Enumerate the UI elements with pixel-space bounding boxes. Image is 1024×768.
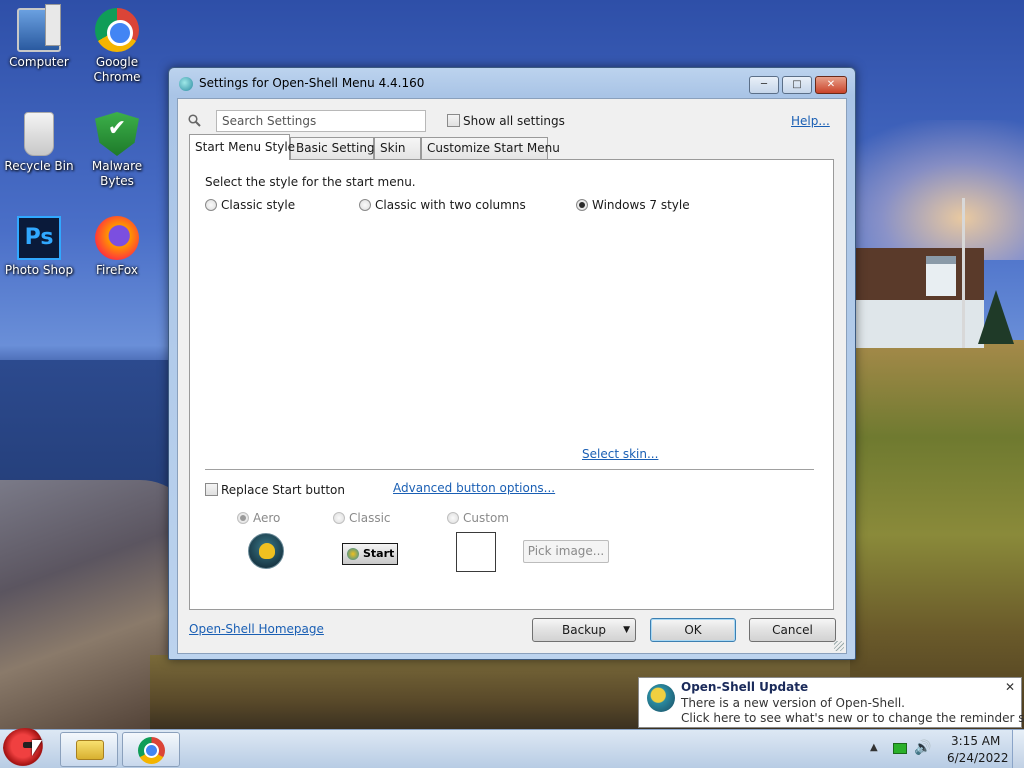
aero-button-label: Aero xyxy=(253,511,281,525)
pick-image-button[interactable]: Pick image... xyxy=(523,540,609,563)
backup-button[interactable]: Backup ▼ xyxy=(532,618,636,642)
clock-date[interactable]: 6/24/2022 xyxy=(947,751,1009,765)
resize-grip-icon[interactable] xyxy=(834,641,844,651)
open-shell-icon xyxy=(179,77,193,91)
tab-basic-settings[interactable]: Basic Settings xyxy=(290,137,381,159)
aero-start-orb-preview-icon xyxy=(248,533,284,569)
classic-button-label: Classic xyxy=(349,511,391,525)
chrome-icon xyxy=(138,737,165,764)
search-settings-input[interactable] xyxy=(216,110,426,132)
notification-line-1: There is a new version of Open-Shell. xyxy=(681,696,905,710)
wallpaper-grass xyxy=(840,340,1024,730)
tab-start-menu-style[interactable]: Start Menu Style xyxy=(189,134,295,160)
show-all-settings-checkbox[interactable] xyxy=(447,114,460,127)
window-client-area: Show all settings Help... Start Menu Sty… xyxy=(177,98,847,654)
aero-button-radio[interactable] xyxy=(237,512,249,524)
taskbar: ▲ 🔊 3:15 AM 6/24/2022 xyxy=(0,728,1024,768)
clock-time[interactable]: 3:15 AM xyxy=(951,734,1000,748)
volume-icon[interactable]: 🔊 xyxy=(914,740,931,756)
ok-button[interactable]: OK xyxy=(650,618,736,642)
network-icon[interactable] xyxy=(893,743,907,754)
settings-window: Settings for Open-Shell Menu 4.4.160 ─ □… xyxy=(168,67,856,660)
classic-style-radio[interactable] xyxy=(205,199,217,211)
panel-divider xyxy=(205,469,814,470)
desktop-icon-label: Malware Bytes xyxy=(91,159,143,188)
open-shell-homepage-link[interactable]: Open-Shell Homepage xyxy=(189,622,324,636)
computer-icon xyxy=(17,4,61,52)
recycle-bin-icon xyxy=(24,112,54,156)
backup-button-label: Backup xyxy=(562,623,606,637)
custom-button-preview xyxy=(456,532,496,572)
open-shell-icon xyxy=(647,684,675,712)
show-all-settings-label: Show all settings xyxy=(463,114,565,128)
minimize-button[interactable]: ─ xyxy=(749,76,779,94)
house-dormer xyxy=(926,256,956,296)
desktop-icon-label: Recycle Bin xyxy=(4,159,74,173)
tab-customize-start-menu[interactable]: Customize Start Menu xyxy=(421,137,560,159)
style-prompt: Select the style for the start menu. xyxy=(205,175,416,189)
wallpaper-tree xyxy=(978,290,1014,344)
close-button[interactable]: ✕ xyxy=(815,76,847,94)
folder-icon xyxy=(76,740,104,760)
dropdown-arrow-icon: ▼ xyxy=(623,625,630,635)
help-link[interactable]: Help... xyxy=(791,114,830,128)
desktop-icon-firefox[interactable]: FireFox xyxy=(78,216,156,278)
show-hidden-icons-icon[interactable]: ▲ xyxy=(870,742,878,753)
replace-start-button-checkbox[interactable] xyxy=(205,483,218,496)
firefox-icon xyxy=(95,216,139,260)
start-menu-style-panel: Select the style for the start menu. Cla… xyxy=(189,159,834,610)
two-columns-style-label[interactable]: Classic with two columns xyxy=(375,198,526,212)
close-icon[interactable]: ✕ xyxy=(1005,680,1015,694)
classic-start-button-preview: Start xyxy=(342,543,398,565)
search-icon xyxy=(188,114,201,127)
classic-style-label[interactable]: Classic style xyxy=(221,198,295,212)
desktop-icon-label: Computer xyxy=(9,55,69,69)
chrome-icon xyxy=(95,8,139,52)
maximize-button[interactable]: □ xyxy=(782,76,812,94)
classic-button-radio[interactable] xyxy=(333,512,345,524)
select-skin-link[interactable]: Select skin... xyxy=(582,447,658,461)
desktop-icon-photoshop[interactable]: Ps Photo Shop xyxy=(0,216,78,278)
desktop-icon-label: FireFox xyxy=(96,263,138,277)
notification-line-2: Click here to see what's new or to chang… xyxy=(681,711,1024,725)
windows7-style-radio[interactable] xyxy=(576,199,588,211)
show-desktop-button[interactable] xyxy=(1012,730,1024,768)
desktop-icon-computer[interactable]: Computer xyxy=(0,4,78,70)
two-columns-style-radio[interactable] xyxy=(359,199,371,211)
advanced-button-options-link[interactable]: Advanced button options... xyxy=(393,481,555,495)
photoshop-icon: Ps xyxy=(17,216,61,260)
desktop-icon-label: Photo Shop xyxy=(4,263,74,277)
desktop-icon-recycle-bin[interactable]: Recycle Bin xyxy=(0,112,78,174)
update-notification[interactable]: Open-Shell Update There is a new version… xyxy=(638,677,1024,728)
malwarebytes-icon xyxy=(95,112,139,156)
desktop-icon-chrome[interactable]: Google Chrome xyxy=(78,8,156,85)
desktop-icon-label: Google Chrome xyxy=(93,55,141,84)
taskbar-explorer-button[interactable] xyxy=(60,732,118,767)
taskbar-chrome-button[interactable] xyxy=(122,732,180,767)
tab-skin[interactable]: Skin xyxy=(374,137,421,159)
window-title: Settings for Open-Shell Menu 4.4.160 xyxy=(199,76,425,90)
custom-button-radio[interactable] xyxy=(447,512,459,524)
cancel-button[interactable]: Cancel xyxy=(749,618,836,642)
mouse-pointer-icon xyxy=(32,740,42,756)
title-bar[interactable]: Settings for Open-Shell Menu 4.4.160 ─ □… xyxy=(169,68,855,98)
notification-title: Open-Shell Update xyxy=(681,680,809,694)
wallpaper-flagpole xyxy=(962,198,965,348)
desktop-icon-malwarebytes[interactable]: Malware Bytes xyxy=(78,112,156,189)
replace-start-button-label: Replace Start button xyxy=(221,483,345,497)
custom-button-label: Custom xyxy=(463,511,509,525)
windows7-style-label[interactable]: Windows 7 style xyxy=(592,198,690,212)
